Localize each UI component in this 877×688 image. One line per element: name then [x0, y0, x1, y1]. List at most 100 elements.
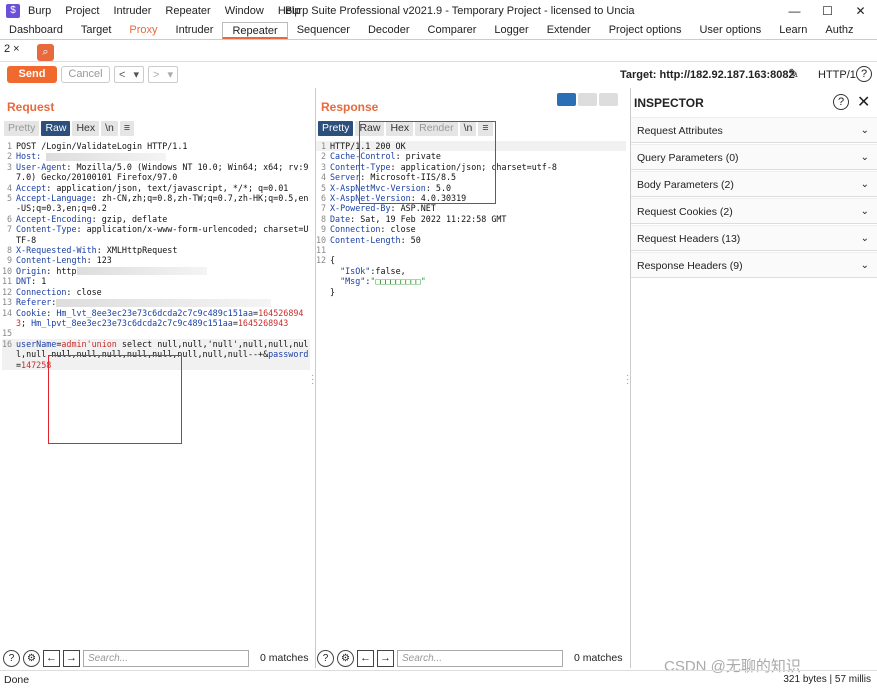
tab-target[interactable]: Target [72, 22, 121, 39]
header-value: ; [21, 317, 32, 328]
chevron-down-icon[interactable]: ⌄ [861, 253, 869, 279]
inspector-close-icon[interactable]: ✕ [857, 92, 870, 112]
prev-match-icon[interactable]: ← [43, 649, 60, 667]
menu-window[interactable]: Window [225, 5, 264, 17]
back-icon[interactable]: < [115, 69, 129, 81]
line-number: 1 [6, 141, 12, 151]
code-line: 2 Host: [2, 151, 310, 161]
tab-comparer[interactable]: Comparer [419, 22, 486, 39]
line-content: X-Requested-With: XMLHttpRequest [16, 245, 310, 255]
tab-user-options[interactable]: User options [690, 22, 770, 39]
line-number [316, 287, 330, 297]
close-window-icon[interactable]: ✕ [844, 0, 877, 22]
menu-project[interactable]: Project [65, 5, 99, 17]
line-content: Content-Length: 50 [330, 235, 626, 245]
layout-side-by-side-icon[interactable] [557, 93, 576, 106]
request-editor[interactable]: 1 POST /Login/ValidateLogin HTTP/1.1 2 Host… [2, 141, 310, 370]
menu-intruder[interactable]: Intruder [114, 5, 152, 17]
tab-sequencer[interactable]: Sequencer [288, 22, 359, 39]
line-content: "IsOk":false, [330, 266, 626, 276]
header-key: Accept-Encoding [16, 213, 92, 224]
tab-authz[interactable]: Authz [816, 22, 862, 39]
tab-extender[interactable]: Extender [538, 22, 600, 39]
chevron-down-icon[interactable]: ⌄ [861, 226, 869, 252]
forward-icon[interactable]: > [149, 69, 163, 81]
next-match-icon[interactable]: → [63, 649, 80, 667]
request-view-hex[interactable]: Hex [72, 121, 100, 136]
tab-decoder[interactable]: Decoder [359, 22, 419, 39]
status-bar: Done 321 bytes | 57 millis [0, 670, 877, 688]
help-icon[interactable]: ? [3, 649, 20, 667]
header-key: Content-Type [16, 224, 77, 235]
response-match-count: 0 matches [574, 652, 623, 664]
resize-handle[interactable]: · · · [626, 371, 629, 389]
tab-dashboard[interactable]: Dashboard [0, 22, 72, 39]
inspector-help-icon[interactable]: ? [833, 94, 849, 110]
resize-handle[interactable]: · · · [311, 371, 314, 389]
redacted-blur [56, 298, 272, 307]
menu-repeater[interactable]: Repeater [165, 5, 210, 17]
section-label: Body Parameters (2) [637, 179, 734, 191]
request-view-newline[interactable]: \n [101, 121, 118, 136]
line-content: } [330, 287, 626, 297]
inspector-section-request-attributes[interactable]: Request Attributes ⌄ [631, 117, 877, 143]
chevron-down-icon[interactable]: ⌄ [861, 199, 869, 225]
new-tab-search-icon[interactable]: ⌕ [37, 44, 54, 61]
repeater-tab-2[interactable]: 2 × [4, 43, 20, 55]
inspector-section-response-headers[interactable]: Response Headers (9) ⌄ [631, 252, 877, 278]
request-search-input[interactable]: Search... [83, 649, 249, 667]
send-button[interactable]: Send [7, 66, 57, 83]
layout-stacked-icon[interactable] [578, 93, 597, 106]
help-icon[interactable]: ? [856, 66, 872, 82]
help-icon[interactable]: ? [317, 649, 334, 667]
tab-proxy[interactable]: Proxy [120, 22, 166, 39]
chevron-down-icon[interactable]: ⌄ [861, 172, 869, 198]
request-view-raw[interactable]: Raw [41, 121, 71, 136]
code-line: 6 Accept-Encoding: gzip, deflate [2, 214, 310, 224]
prev-match-icon[interactable]: ← [357, 649, 374, 667]
edit-target-pencil-icon[interactable]: ✎ [788, 66, 799, 82]
target-label[interactable]: Target: http://182.92.187.163:8082 [620, 69, 795, 81]
header-key: userName [16, 338, 57, 349]
section-label: Request Headers (13) [637, 233, 741, 245]
chevron-down-icon[interactable]: ⌄ [861, 145, 869, 171]
section-label: Request Attributes [637, 125, 723, 137]
response-search-input[interactable]: Search... [397, 649, 563, 667]
header-value: : 1 [31, 276, 47, 287]
inspector-section-request-cookies[interactable]: Request Cookies (2) ⌄ [631, 198, 877, 224]
main-tabs: Dashboard Target Proxy Intruder Repeater Sequ… [0, 22, 877, 40]
request-view-menu[interactable]: ≡ [119, 121, 135, 136]
http-version[interactable]: HTTP/1 [818, 69, 856, 81]
toolbar: Send Cancel < ▾ > ▾ Target: http://182.92.… [0, 62, 877, 86]
cancel-button[interactable]: Cancel [61, 66, 110, 83]
line-content: Accept: application/json, text/javascrip… [16, 183, 310, 193]
tab-repeater[interactable]: Repeater [222, 22, 288, 39]
forward-button[interactable]: > ▾ [148, 66, 178, 83]
response-view-pretty[interactable]: Pretty [318, 121, 354, 136]
inspector-section-query-parameters[interactable]: Query Parameters (0) ⌄ [631, 144, 877, 170]
inspector-section-request-headers[interactable]: Request Headers (13) ⌄ [631, 225, 877, 251]
settings-gear-icon[interactable]: ⚙ [337, 649, 354, 667]
request-search-bar: ? ⚙ ← → Search... 0 matches [3, 648, 308, 668]
back-button[interactable]: < ▾ [114, 66, 144, 83]
back-dropdown-icon[interactable]: ▾ [129, 68, 143, 81]
header-key: password [268, 349, 309, 360]
tab-project-options[interactable]: Project options [600, 22, 691, 39]
tab-intruder[interactable]: Intruder [167, 22, 223, 39]
line-number: 7 [6, 224, 12, 235]
menu-burp[interactable]: Burp [28, 5, 51, 17]
menu-bar: Burp Project Intruder Repeater Window Help [28, 5, 314, 17]
request-view-pretty[interactable]: Pretty [4, 121, 40, 136]
forward-dropdown-icon[interactable]: ▾ [163, 68, 177, 81]
tab-learn[interactable]: Learn [770, 22, 816, 39]
next-match-icon[interactable]: → [377, 649, 394, 667]
settings-gear-icon[interactable]: ⚙ [23, 649, 40, 667]
tab-logger[interactable]: Logger [485, 22, 537, 39]
layout-tabs-icon[interactable] [599, 93, 618, 106]
minimize-icon[interactable]: — [778, 0, 811, 22]
chevron-down-icon[interactable]: ⌄ [861, 118, 869, 144]
inspector-section-body-parameters[interactable]: Body Parameters (2) ⌄ [631, 171, 877, 197]
maximize-icon[interactable]: ☐ [811, 0, 844, 22]
inspector-title: INSPECTOR [634, 96, 704, 110]
line-number: 12 [316, 255, 327, 266]
